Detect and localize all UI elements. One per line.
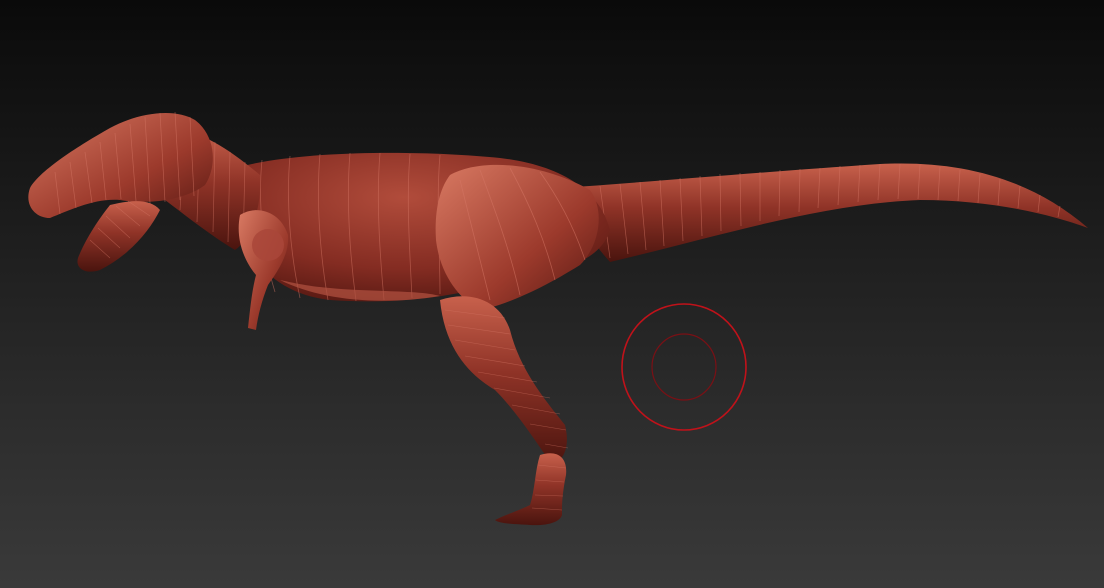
zbrush-canvas-viewport[interactable] bbox=[0, 0, 1104, 588]
shoulder bbox=[252, 229, 284, 261]
shin bbox=[440, 296, 567, 465]
thigh bbox=[435, 164, 599, 310]
sculpt-canvas[interactable] bbox=[0, 0, 1104, 588]
lower-jaw bbox=[77, 201, 160, 272]
foot bbox=[495, 453, 567, 526]
dinosaur-model bbox=[28, 111, 1088, 526]
tail bbox=[560, 163, 1088, 262]
